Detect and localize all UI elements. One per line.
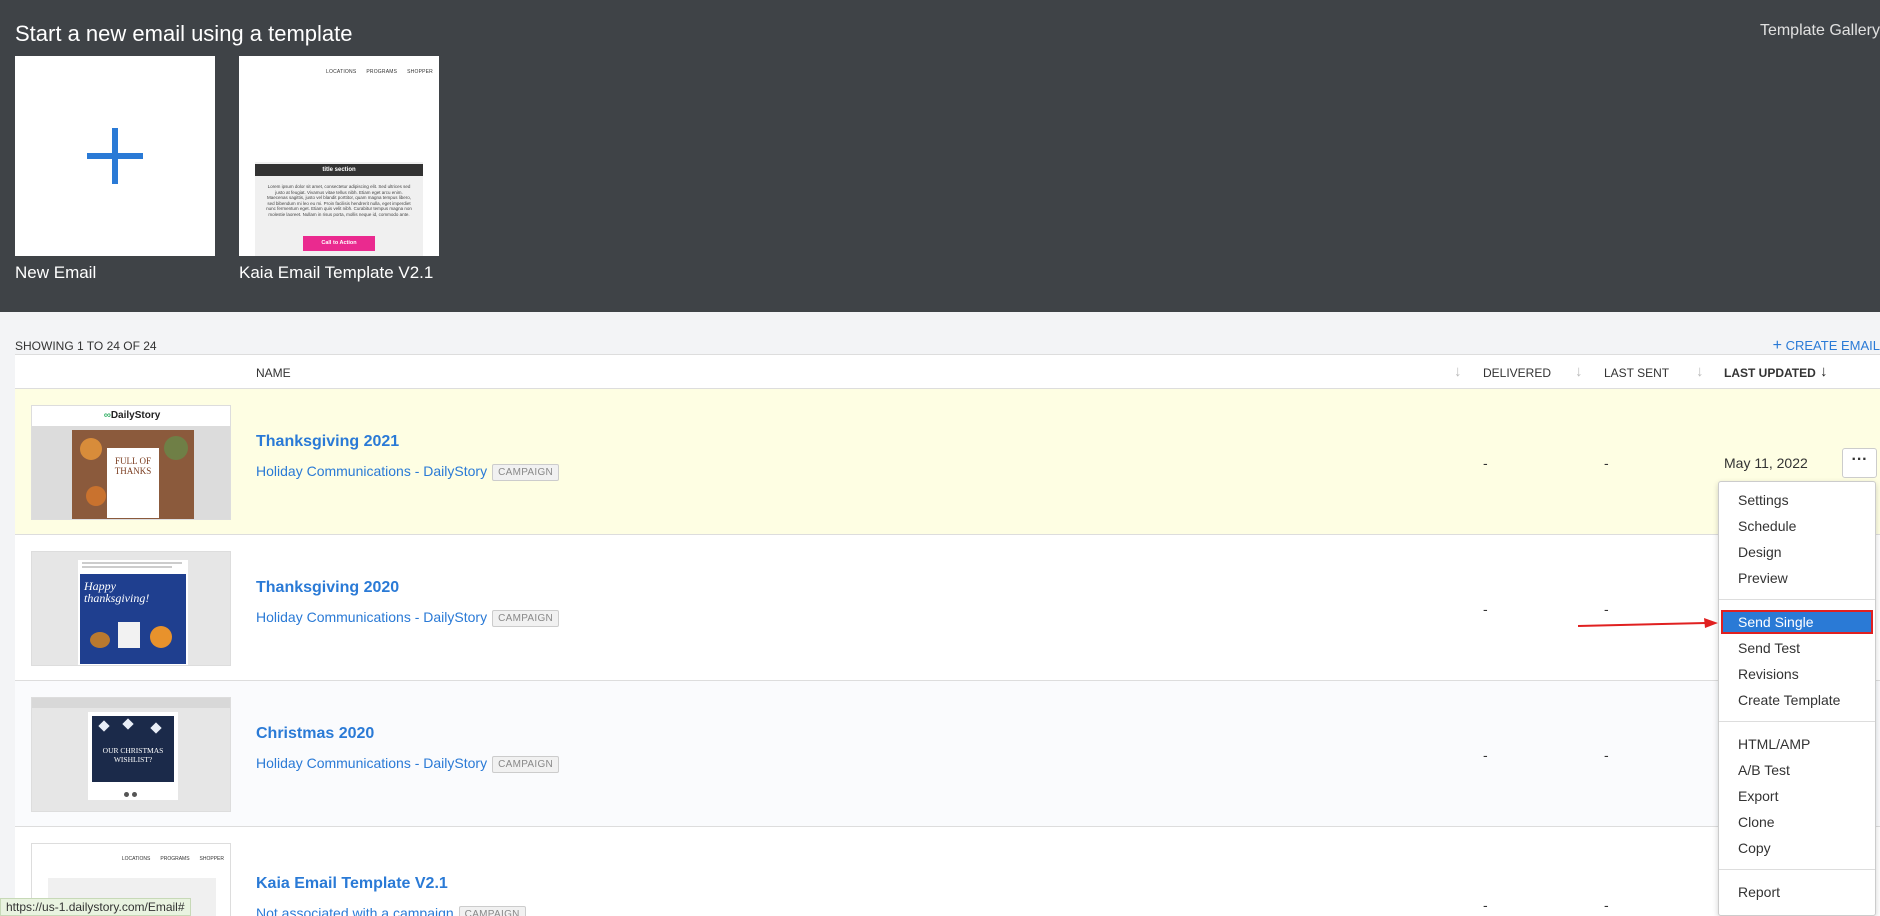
sort-arrow-icon[interactable]: ↓ xyxy=(1696,363,1704,380)
last-updated-value: May 11, 2022 xyxy=(1724,455,1808,471)
campaign-info: Holiday Communications - DailyStory CAMPA… xyxy=(256,463,560,481)
preview-nav-item: PROGRAMS xyxy=(160,856,190,862)
menu-item-export[interactable]: Export xyxy=(1719,784,1875,808)
column-delivered[interactable]: DELIVERED xyxy=(1483,366,1551,380)
table-row[interactable]: LOCATIONS PROGRAMS SHOPPER Kaia Email Temp… xyxy=(15,827,1880,916)
campaign-link[interactable]: Holiday Communications - DailyStory xyxy=(256,463,487,479)
menu-item-schedule[interactable]: Schedule xyxy=(1719,514,1875,538)
preview-section-title: title section xyxy=(255,164,423,176)
table-row[interactable]: Happy thanksgiving! Thanksgiving 2020 Ho… xyxy=(15,535,1880,681)
kaia-template-thumbnail[interactable]: LOCATIONS PROGRAMS SHOPPER title section L… xyxy=(239,56,439,256)
template-card-new-email[interactable]: New Email xyxy=(15,56,215,283)
more-actions-button[interactable]: ··· xyxy=(1842,448,1877,478)
thumb-brand: DailyStory xyxy=(110,410,161,421)
table-row[interactable]: OUR CHRISTMAS WISHLIST? Christmas 2020 H… xyxy=(15,681,1880,827)
preview-body: title section Lorem ipsum dolor sit amet… xyxy=(255,92,423,256)
new-email-thumbnail[interactable] xyxy=(15,56,215,256)
menu-item-revisions[interactable]: Revisions xyxy=(1719,662,1875,686)
annotation-arrow-icon xyxy=(1578,618,1718,628)
column-last-updated[interactable]: LAST UPDATED xyxy=(1724,366,1816,380)
menu-item-send-test[interactable]: Send Test xyxy=(1719,636,1875,660)
delivered-value: - xyxy=(1483,455,1488,471)
menu-item-clone[interactable]: Clone xyxy=(1719,810,1875,834)
preview-body-text: Lorem ipsum dolor sit amet, consectetur … xyxy=(266,184,412,217)
preview-nav-item: SHOPPER xyxy=(407,69,433,75)
menu-item-ab-test[interactable]: A/B Test xyxy=(1719,758,1875,782)
preview-nav-item: SHOPPER xyxy=(199,856,224,862)
preview-nav-item: PROGRAMS xyxy=(366,69,398,75)
table-row[interactable]: ∞DailyStory FULL OF THANKS Thanksgiving … xyxy=(15,389,1880,535)
dailystory-logo-icon: ∞ xyxy=(103,410,111,421)
last-sent-value: - xyxy=(1604,601,1609,617)
more-icon: ··· xyxy=(1851,451,1868,468)
column-last-sent[interactable]: LAST SENT xyxy=(1604,366,1669,380)
create-email-button[interactable]: + CREATE EMAIL xyxy=(1773,337,1880,355)
campaign-badge: CAMPAIGN xyxy=(492,756,560,773)
plus-icon xyxy=(87,128,143,184)
preview-nav: LOCATIONS PROGRAMS SHOPPER xyxy=(122,856,224,862)
preview-nav-item: LOCATIONS xyxy=(121,856,151,862)
menu-divider xyxy=(1719,721,1875,722)
campaign-badge: CAMPAIGN xyxy=(458,906,526,916)
sort-arrow-icon[interactable]: ↓ xyxy=(1575,363,1583,380)
email-thumbnail[interactable]: OUR CHRISTMAS WISHLIST? xyxy=(31,697,231,812)
email-name-link[interactable]: Christmas 2020 xyxy=(256,725,374,743)
delivered-value: - xyxy=(1483,601,1488,617)
menu-divider xyxy=(1719,599,1875,600)
sort-arrow-icon[interactable]: ↓ xyxy=(1454,363,1462,380)
campaign-badge: CAMPAIGN xyxy=(492,464,560,481)
status-bar-url: https://us-1.dailystory.com/Email# xyxy=(0,898,191,916)
menu-item-copy[interactable]: Copy xyxy=(1719,836,1875,860)
template-card-kaia[interactable]: LOCATIONS PROGRAMS SHOPPER title section L… xyxy=(239,56,439,283)
menu-item-report[interactable]: Report xyxy=(1719,880,1875,904)
preview-cta: Call to Action xyxy=(303,236,375,251)
thumb-text: OUR CHRISTMAS WISHLIST? xyxy=(102,746,164,764)
menu-item-create-template[interactable]: Create Template xyxy=(1719,688,1875,712)
table-header: NAME ↓ DELIVERED ↓ LAST SENT ↓ LAST UPDA… xyxy=(15,354,1880,389)
last-sent-value: - xyxy=(1604,897,1609,913)
email-name-link[interactable]: Thanksgiving 2021 xyxy=(256,433,399,451)
menu-item-html-amp[interactable]: HTML/AMP xyxy=(1719,732,1875,756)
delivered-value: - xyxy=(1483,897,1488,913)
preview-nav: LOCATIONS PROGRAMS SHOPPER xyxy=(316,69,433,75)
menu-item-send-single[interactable]: Send Single xyxy=(1721,610,1873,634)
create-email-label: CREATE EMAIL xyxy=(1785,338,1880,353)
preview-hero xyxy=(255,92,423,162)
delivered-value: - xyxy=(1483,747,1488,763)
actions-menu: Settings Schedule Design Preview Send Si… xyxy=(1718,481,1876,916)
email-name-link[interactable]: Kaia Email Template V2.1 xyxy=(256,875,448,893)
template-gallery: Start a new email using a template Templ… xyxy=(0,0,1880,312)
last-sent-value: - xyxy=(1604,747,1609,763)
thumb-text: Happy thanksgiving! xyxy=(84,579,150,605)
email-name-link[interactable]: Thanksgiving 2020 xyxy=(256,579,399,597)
campaign-link[interactable]: Holiday Communications - DailyStory xyxy=(256,755,487,771)
campaign-link: Not associated with a campaign xyxy=(256,905,454,916)
email-thumbnail[interactable]: Happy thanksgiving! xyxy=(31,551,231,666)
menu-divider xyxy=(1719,869,1875,870)
last-sent-value: - xyxy=(1604,455,1609,471)
column-name[interactable]: NAME xyxy=(256,366,291,380)
menu-item-design[interactable]: Design xyxy=(1719,540,1875,564)
template-name: Kaia Email Template V2.1 xyxy=(239,263,434,282)
preview-nav-item: LOCATIONS xyxy=(326,69,357,75)
showing-count: SHOWING 1 TO 24 OF 24 xyxy=(15,339,157,353)
sort-arrow-icon[interactable]: ↓ xyxy=(1820,363,1828,380)
menu-item-preview[interactable]: Preview xyxy=(1719,566,1875,590)
campaign-link[interactable]: Holiday Communications - DailyStory xyxy=(256,609,487,625)
email-thumbnail[interactable]: ∞DailyStory FULL OF THANKS xyxy=(31,405,231,520)
campaign-info: Not associated with a campaign CAMPAIGN xyxy=(256,905,526,916)
menu-item-settings[interactable]: Settings xyxy=(1719,488,1875,512)
gallery-title: Start a new email using a template xyxy=(15,21,353,46)
campaign-info: Holiday Communications - DailyStory CAMPA… xyxy=(256,609,560,627)
template-gallery-link[interactable]: Template Gallery xyxy=(1760,22,1880,40)
thumb-text: FULL OF THANKS xyxy=(107,448,159,518)
template-name: New Email xyxy=(15,263,97,282)
campaign-badge: CAMPAIGN xyxy=(492,610,560,627)
campaign-info: Holiday Communications - DailyStory CAMPA… xyxy=(256,755,560,773)
plus-icon: + xyxy=(1772,337,1782,354)
